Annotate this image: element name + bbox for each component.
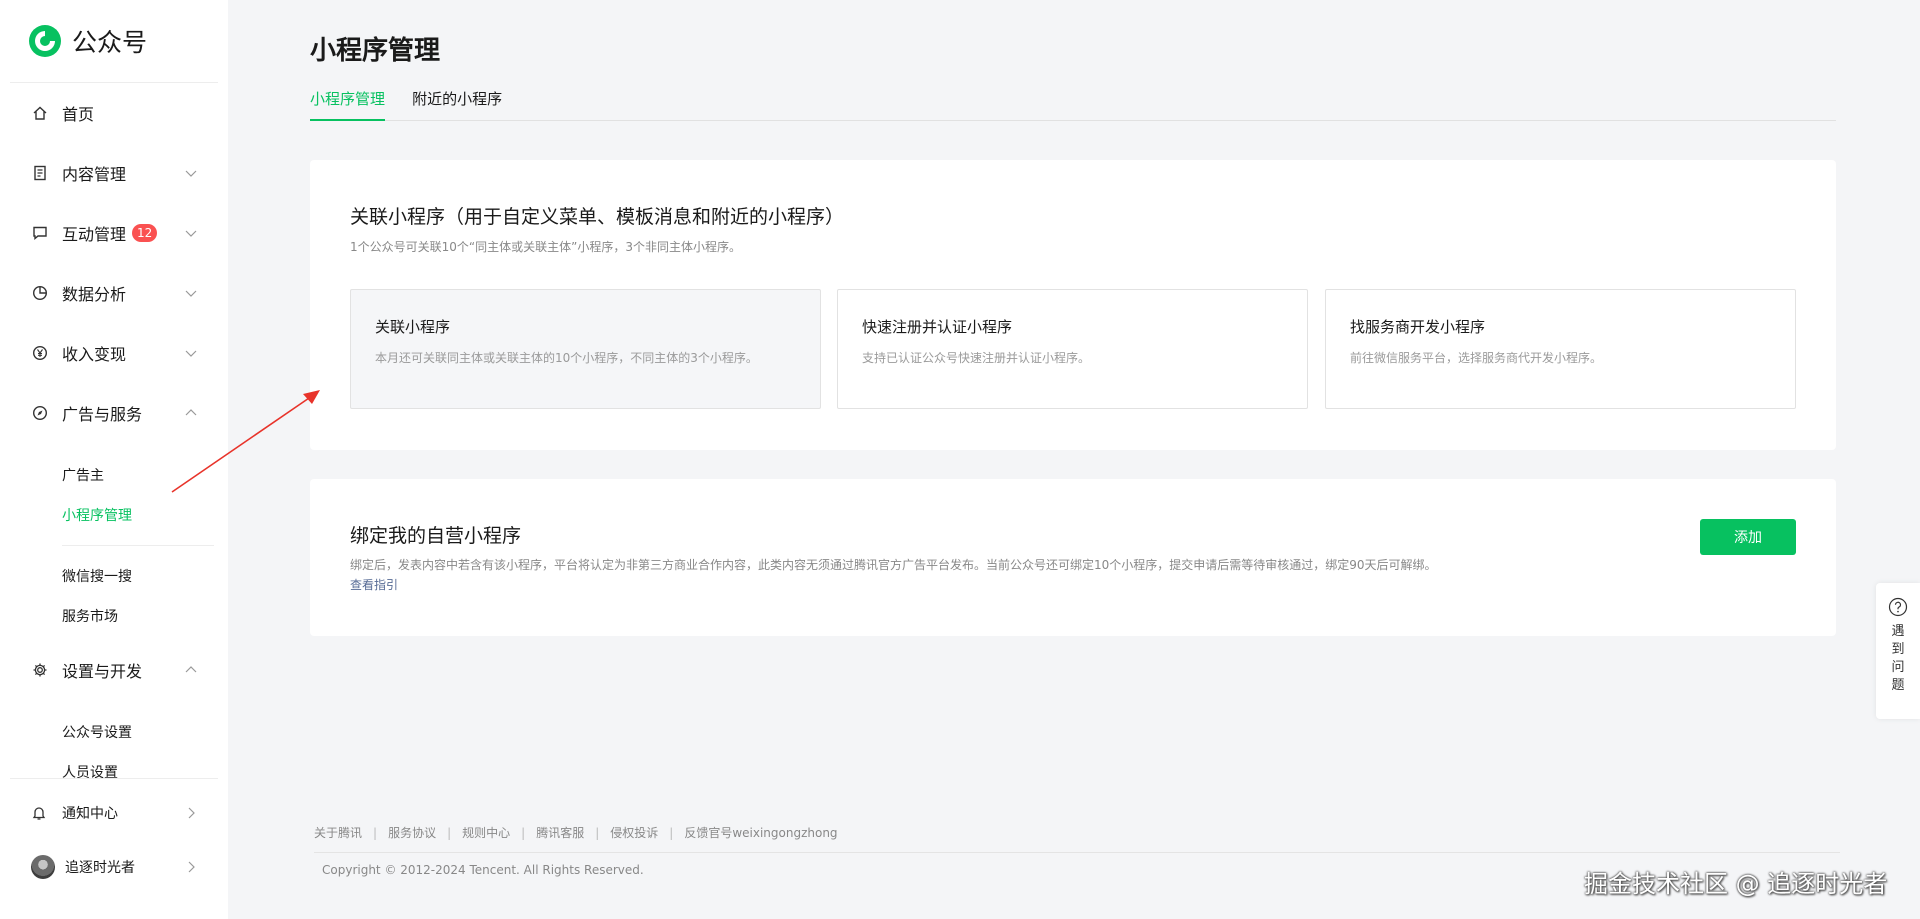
sidebar-item-label: 广告与服务	[62, 405, 143, 424]
compass-icon	[31, 404, 49, 422]
sidebar-item-notifications[interactable]: 通知中心	[0, 786, 228, 840]
annotation-arrow-icon	[171, 390, 320, 493]
chevron-up-icon	[185, 666, 197, 673]
unread-badge: 12	[132, 224, 158, 242]
bind-card-description: 绑定后，发表内容中若含有该小程序，平台将认定为非第三方商业合作内容，此类内容无须…	[350, 558, 1437, 572]
sidebar-subitem-miniprogram-management[interactable]: 小程序管理	[0, 495, 228, 535]
add-button[interactable]: 添加	[1700, 519, 1796, 555]
sidebar-item-label: 设置与开发	[62, 662, 143, 681]
notifications-label: 通知中心	[62, 806, 118, 822]
avatar	[31, 855, 55, 879]
sidebar-subitem-service-market[interactable]: 服务市场	[0, 596, 228, 636]
footer-link-feedback[interactable]: 反馈官号weixingongzhong	[684, 826, 837, 840]
sidebar-item-label: 收入变现	[62, 345, 127, 364]
chevron-down-icon	[185, 230, 197, 237]
option-title: 找服务商开发小程序	[1350, 318, 1486, 336]
sidebar-item-label: 首页	[62, 105, 95, 124]
option-description: 本月还可关联同主体或关联主体的10个小程序，不同主体的3个小程序。	[375, 351, 758, 365]
help-float-button[interactable]: 遇到问题	[1876, 583, 1920, 719]
app-root: 公众号 首页 内容管理 互动管理 12 数据分析 收入变现 广告与服务 广告主 …	[0, 0, 1920, 919]
footer-separator: |	[669, 826, 674, 840]
tab-nearby-miniprograms[interactable]: 附近的小程序	[412, 88, 502, 121]
footer-divider	[314, 852, 1840, 853]
chevron-right-icon	[188, 807, 195, 819]
sidebar-subitem-account-settings[interactable]: 公众号设置	[0, 712, 228, 752]
option-link-miniprogram[interactable]: 关联小程序 本月还可关联同主体或关联主体的10个小程序，不同主体的3个小程序。	[350, 289, 821, 409]
chevron-down-icon	[185, 290, 197, 297]
sidebar-item-label: 互动管理	[62, 225, 127, 244]
chat-icon	[31, 224, 49, 242]
bell-icon	[31, 804, 49, 822]
footer-link-support[interactable]: 腾讯客服	[536, 826, 584, 840]
option-title: 快速注册并认证小程序	[862, 318, 1013, 336]
document-icon	[31, 164, 49, 182]
tab-miniprogram-management[interactable]: 小程序管理	[310, 88, 386, 121]
footer-separator: |	[521, 826, 526, 840]
option-description: 前往微信服务平台，选择服务商代开发小程序。	[1350, 351, 1603, 365]
watermark: 掘金技术社区 @ 追逐时光者	[1584, 870, 1888, 898]
chevron-down-icon	[185, 170, 197, 177]
home-icon	[31, 104, 49, 122]
link-miniprogram-card: 关联小程序（用于自定义菜单、模板消息和附近的小程序） 1个公众号可关联10个“同…	[310, 160, 1836, 450]
sidebar-item-interaction[interactable]: 互动管理 12	[0, 203, 228, 263]
brand-name: 公众号	[72, 28, 148, 57]
tab-bar: 小程序管理 附近的小程序	[310, 88, 1836, 121]
sidebar-item-settings-dev[interactable]: 设置与开发	[0, 640, 228, 700]
chevron-right-icon	[188, 861, 195, 873]
sidebar-subitem-wechat-search[interactable]: 微信搜一搜	[0, 556, 228, 596]
footer-link-agreement[interactable]: 服务协议	[388, 826, 436, 840]
page-title: 小程序管理	[310, 36, 441, 66]
wechat-official-logo-icon	[29, 25, 61, 57]
footer-separator: |	[373, 826, 378, 840]
brand[interactable]: 公众号	[0, 0, 228, 82]
link-card-description: 1个公众号可关联10个“同主体或关联主体”小程序，3个非同主体小程序。	[350, 240, 741, 254]
sidebar-item-revenue[interactable]: 收入变现	[0, 323, 228, 383]
pie-chart-icon	[31, 284, 49, 302]
help-label: 遇到问题	[1891, 624, 1905, 693]
copyright: Copyright © 2012-2024 Tencent. All Right…	[322, 863, 644, 877]
footer-links: 关于腾讯 | 服务协议 | 规则中心 | 腾讯客服 | 侵权投诉 | 反馈官号weixingongz…	[314, 824, 838, 841]
link-card-title: 关联小程序（用于自定义菜单、模板消息和附近的小程序）	[350, 206, 845, 228]
sidebar-subdivider	[62, 545, 214, 546]
option-quick-register[interactable]: 快速注册并认证小程序 支持已认证公众号快速注册并认证小程序。	[837, 289, 1308, 409]
main-content: 小程序管理 小程序管理 附近的小程序 关联小程序（用于自定义菜单、模板消息和附近…	[310, 0, 1840, 919]
sidebar-item-analytics[interactable]: 数据分析	[0, 263, 228, 323]
sidebar-item-home[interactable]: 首页	[0, 83, 228, 143]
footer-separator: |	[447, 826, 452, 840]
sidebar-item-label: 内容管理	[62, 165, 127, 184]
bind-miniprogram-card: 绑定我的自营小程序 绑定后，发表内容中若含有该小程序，平台将认定为非第三方商业合…	[310, 479, 1836, 636]
view-guide-link[interactable]: 查看指引	[350, 576, 398, 593]
bind-card-title: 绑定我的自营小程序	[350, 525, 522, 547]
user-name: 追逐时光者	[65, 860, 135, 876]
question-icon	[1888, 597, 1908, 617]
option-find-service-provider[interactable]: 找服务商开发小程序 前往微信服务平台，选择服务商代开发小程序。	[1325, 289, 1796, 409]
option-description: 支持已认证公众号快速注册并认证小程序。	[862, 351, 1091, 365]
footer-link-rules[interactable]: 规则中心	[462, 826, 510, 840]
sidebar-item-label: 数据分析	[62, 285, 127, 304]
footer-link-infringement[interactable]: 侵权投诉	[610, 826, 658, 840]
sidebar-item-content[interactable]: 内容管理	[0, 143, 228, 203]
option-title: 关联小程序	[375, 318, 451, 336]
chevron-down-icon	[185, 350, 197, 357]
sidebar-user-profile[interactable]: 追逐时光者	[0, 840, 228, 894]
sidebar-divider	[10, 778, 218, 779]
footer-link-about[interactable]: 关于腾讯	[314, 826, 362, 840]
footer-separator: |	[595, 826, 600, 840]
gear-icon	[31, 661, 49, 679]
yen-icon	[31, 344, 49, 362]
